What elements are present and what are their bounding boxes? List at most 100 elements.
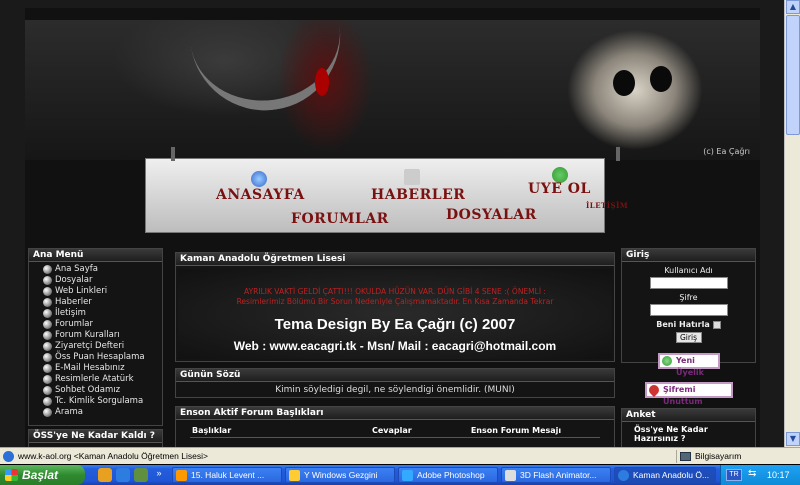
left-menu-item[interactable]: Forum Kuralları: [43, 330, 162, 341]
poll-panel-title: Anket: [622, 409, 755, 422]
security-zone: Bilgisayarım: [676, 450, 796, 463]
winamp-icon: [176, 470, 187, 481]
bullet-icon: [43, 364, 52, 373]
login-panel: Giriş Kullanıcı Adı Şifre Beni Hatırla G…: [621, 248, 756, 363]
announcement-text: AYRILIK VAKTİ GELDİ ÇATTI!!! OKULDA HÜZÜ…: [178, 287, 612, 307]
bullet-icon: [43, 298, 52, 307]
oss-countdown-panel: ÖSS'ye Ne Kadar Kaldı ?: [28, 429, 163, 447]
quote-of-day-panel: Günün Sözü Kimin söyledigi degil, ne söy…: [175, 368, 615, 398]
taskbar-item-4[interactable]: 3D Flash Animator...: [501, 467, 611, 483]
left-menu-item-label: Öss Puan Hesaplama: [55, 352, 145, 362]
ie-globe-icon: [3, 451, 14, 462]
col-header-replies: Cevaplar: [370, 425, 430, 438]
remember-me-checkbox[interactable]: [712, 320, 721, 329]
left-menu-item[interactable]: Dosyalar: [43, 275, 162, 286]
nav-dosyalar[interactable]: DOSYALAR: [446, 207, 537, 223]
bullet-icon: [43, 287, 52, 296]
folder-icon: [289, 470, 300, 481]
skull-graphic: [613, 70, 635, 96]
vertical-scrollbar[interactable]: ▲ ▼: [784, 0, 800, 447]
bullet-icon: [43, 309, 52, 318]
login-button[interactable]: Giriş: [675, 332, 702, 343]
left-menu-item[interactable]: E-Mail Hesabınız: [43, 363, 162, 374]
taskbar-item-3-label: Adobe Photoshop: [417, 470, 485, 480]
announcement-box: AYRILIK VAKTİ GELDİ ÇATTI!!! OKULDA HÜZÜ…: [178, 269, 612, 359]
status-url-text: www.k-aol.org <Kaman Anadolu Öğretmen Li…: [18, 451, 208, 461]
taskbar-item-1[interactable]: 15. Haluk Levent ...: [172, 467, 282, 483]
remember-me-label: Beni Hatırla: [656, 320, 710, 329]
user-add-icon: [662, 356, 672, 366]
taskbar-item-5-label: Kaman Anadolu Ö...: [633, 470, 710, 480]
scrollbar-thumb[interactable]: [786, 15, 800, 135]
quote-text: Kimin söyledigi degil, ne söylendigi öne…: [275, 385, 515, 395]
quicklaunch-media-icon[interactable]: [98, 468, 112, 482]
left-menu-item[interactable]: Sohbet Odamız: [43, 385, 162, 396]
taskbar-item-5[interactable]: Kaman Anadolu Ö...: [614, 467, 716, 483]
main-content-panel: Kaman Anadolu Öğretmen Lisesi AYRILIK VA…: [175, 252, 615, 362]
skull-graphic-eye: [650, 66, 672, 92]
login-panel-title: Giriş: [622, 249, 755, 262]
left-menu-item[interactable]: Forumlar: [43, 319, 162, 330]
chain-left-icon: [171, 147, 175, 161]
quote-panel-title: Günün Sözü: [176, 369, 614, 382]
quicklaunch-more-icon[interactable]: »: [152, 468, 166, 482]
taskbar-item-2-label: Y Windows Gezgini: [304, 470, 378, 480]
new-member-button[interactable]: Yeni Üyelik: [658, 353, 720, 377]
flash-animator-icon: [505, 470, 516, 481]
language-indicator[interactable]: TR: [726, 469, 742, 481]
header-banner: (c) Ea Çağrı: [25, 19, 760, 160]
bullet-icon: [43, 331, 52, 340]
taskbar-item-1-label: 15. Haluk Levent ...: [191, 470, 265, 480]
left-menu-item[interactable]: Ana Sayfa: [43, 264, 162, 275]
forum-topics-table: Başlıklar Cevaplar Enson Forum Mesajı: [190, 425, 600, 438]
left-menu-item[interactable]: Öss Puan Hesaplama: [43, 352, 162, 363]
left-menu-item[interactable]: Web Linkleri: [43, 286, 162, 297]
nav-iletisim[interactable]: İLETİŞİM: [586, 201, 628, 210]
announcement-line-1: AYRILIK VAKTİ GELDİ ÇATTI!!! OKULDA HÜZÜ…: [244, 287, 546, 296]
left-menu-item-label: İletişim: [55, 308, 86, 318]
forgot-password-button[interactable]: Şifremi Unuttum: [645, 382, 733, 406]
left-menu-item-label: Sohbet Odamız: [55, 385, 121, 395]
bullet-icon: [43, 265, 52, 274]
left-menu-item-label: Ana Sayfa: [55, 264, 98, 274]
browser-status-bar: www.k-aol.org <Kaman Anadolu Öğretmen Li…: [0, 447, 800, 464]
left-menu-item[interactable]: Tc. Kimlik Sorgulama: [43, 396, 162, 407]
nav-forumlar[interactable]: FORUMLAR: [291, 211, 389, 227]
password-label: Şifre: [679, 293, 698, 302]
web-page: (c) Ea Çağrı ANASAYFA HABERLER UYE OL İL…: [25, 8, 760, 447]
poll-question-line-1: Öss'ye Ne Kadar: [634, 425, 708, 434]
photoshop-icon: [402, 470, 413, 481]
main-panel-title: Kaman Anadolu Öğretmen Lisesi: [176, 253, 614, 266]
bullet-icon: [43, 386, 52, 395]
start-button[interactable]: Başlat: [0, 465, 85, 485]
scroll-up-icon[interactable]: ▲: [786, 0, 800, 14]
taskbar-item-4-label: 3D Flash Animator...: [520, 470, 597, 480]
left-menu-item[interactable]: Resimlerle Atatürk: [43, 374, 162, 385]
left-menu-item-label: Forum Kuralları: [55, 330, 120, 340]
left-menu-item[interactable]: İletişim: [43, 308, 162, 319]
left-menu-item-label: E-Mail Hesabınız: [55, 363, 125, 373]
windows-taskbar: Başlat » 15. Haluk Levent ... Y Windows …: [0, 465, 800, 485]
taskbar-item-3[interactable]: Adobe Photoshop: [398, 467, 498, 483]
quicklaunch-ie-icon[interactable]: [116, 468, 130, 482]
left-menu-item[interactable]: Ziyaretçi Defteri: [43, 341, 162, 352]
taskbar-item-2[interactable]: Y Windows Gezgini: [285, 467, 395, 483]
left-menu-item[interactable]: Haberler: [43, 297, 162, 308]
clock: 10:17: [767, 470, 790, 480]
nav-anasayfa[interactable]: ANASAYFA: [216, 187, 305, 203]
poll-question: Öss'ye Ne Kadar Hazırsınız ?: [622, 422, 755, 443]
username-input[interactable]: [649, 277, 728, 289]
left-menu-item-label: Forumlar: [55, 319, 94, 329]
nav-haberler[interactable]: HABERLER: [371, 187, 465, 203]
globe-icon: [251, 171, 267, 187]
password-input[interactable]: [649, 304, 728, 316]
left-menu-title: Ana Menü: [29, 249, 162, 262]
left-menu-item[interactable]: Arama: [43, 407, 162, 418]
bullet-icon: [43, 408, 52, 417]
nav-uye-ol[interactable]: UYE OL: [528, 181, 591, 197]
network-icon[interactable]: ⇆: [748, 468, 756, 479]
quicklaunch-desktop-icon[interactable]: [134, 468, 148, 482]
scroll-down-icon[interactable]: ▼: [786, 432, 800, 446]
col-header-topics: Başlıklar: [190, 425, 370, 438]
main-navigation: ANASAYFA HABERLER UYE OL İLETİŞİM FORUML…: [145, 147, 628, 233]
